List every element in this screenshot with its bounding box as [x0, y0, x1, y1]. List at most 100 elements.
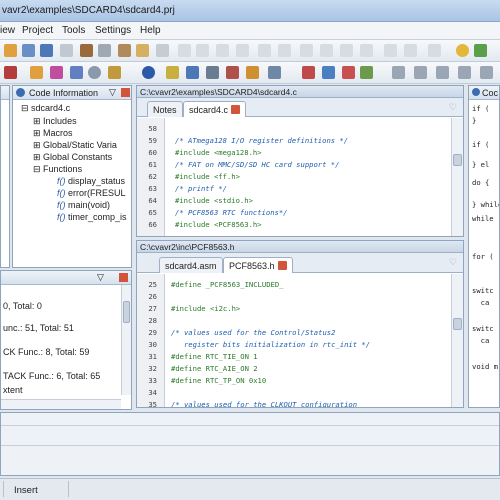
editor-scrollbar[interactable]	[451, 118, 463, 236]
save-icon[interactable]	[22, 44, 35, 57]
editor-scrollbar[interactable]	[451, 274, 463, 407]
menu-tools[interactable]: Tools	[62, 25, 85, 36]
menu-view[interactable]: iew	[0, 25, 15, 36]
template-snippet[interactable]: void m	[472, 362, 498, 371]
layout-icon-5[interactable]	[480, 66, 493, 79]
tree-item-includes[interactable]: ⊞ Includes	[33, 116, 77, 127]
tree-func-error[interactable]: f() error(FRESUL	[57, 188, 126, 198]
cut-icon[interactable]	[98, 44, 111, 57]
layout-icon-4[interactable]	[458, 66, 471, 79]
scroll-thumb[interactable]	[453, 154, 462, 166]
template-snippet[interactable]: switc	[472, 286, 494, 295]
tree-item-macros[interactable]: ⊞ Macros	[33, 128, 73, 139]
tab-menu-icon[interactable]: ♡	[449, 257, 457, 268]
template-snippet[interactable]: } while	[472, 200, 499, 209]
template-snippet[interactable]: } el	[472, 160, 489, 169]
find-icon[interactable]	[156, 44, 169, 57]
undo-icon[interactable]	[178, 44, 191, 57]
tab-menu-icon[interactable]: ♡	[449, 102, 457, 113]
indent-icon[interactable]	[216, 44, 229, 57]
tab-label: Notes	[153, 105, 177, 115]
pin-icon[interactable]: ▽	[109, 87, 116, 98]
run-icon[interactable]	[226, 66, 239, 79]
tree-item-constants[interactable]: ⊞ Global Constants	[33, 152, 112, 163]
paste-icon[interactable]	[136, 44, 149, 57]
save-all-icon[interactable]	[40, 44, 53, 57]
tree-func-main[interactable]: f() main(void)	[57, 200, 110, 210]
template-snippet[interactable]: ca	[472, 336, 490, 345]
navigator-header	[1, 86, 9, 100]
next-bookmark-icon[interactable]	[320, 44, 333, 57]
template-snippet[interactable]: while	[472, 214, 494, 223]
template-snippet[interactable]: for (	[472, 252, 494, 261]
template-snippet[interactable]: }	[472, 116, 481, 125]
goto-line-icon[interactable]	[384, 44, 397, 57]
scroll-thumb[interactable]	[123, 301, 130, 323]
debug-icon[interactable]	[206, 66, 219, 79]
lcd-icon[interactable]	[268, 66, 281, 79]
tree-root[interactable]: ⊟ sdcard4.c	[21, 103, 70, 114]
open-icon[interactable]	[4, 44, 17, 57]
close-icon[interactable]	[119, 273, 128, 282]
menu-help[interactable]: Help	[140, 25, 161, 36]
editor-path: C:\cvavr2\inc\PCF8563.h	[140, 242, 235, 252]
stats-scrollbar[interactable]	[121, 285, 131, 395]
tools-icon[interactable]	[108, 66, 121, 79]
tree-label: Global/Static Varia	[43, 140, 117, 150]
tab-sdcard4-asm[interactable]: sdcard4.asm	[159, 257, 223, 273]
layout-icon-3[interactable]	[436, 66, 449, 79]
pin-icon[interactable]: ▽	[97, 272, 104, 283]
tree-label: Functions	[43, 164, 83, 174]
terminal-icon[interactable]	[246, 66, 259, 79]
clear-bookmarks-icon[interactable]	[360, 44, 373, 57]
scroll-thumb[interactable]	[453, 318, 462, 330]
layout-icon-2[interactable]	[414, 66, 427, 79]
match-brace-icon[interactable]	[404, 44, 417, 57]
close-tab-icon[interactable]	[231, 105, 241, 114]
tab-pcf8563-h[interactable]: PCF8563.h	[223, 257, 293, 273]
breakpoint-icon[interactable]	[342, 66, 355, 79]
stats-hscrollbar[interactable]	[1, 399, 121, 409]
redo-icon[interactable]	[196, 44, 209, 57]
menu-settings[interactable]: Settings	[95, 25, 131, 36]
template-snippet[interactable]: if (	[472, 140, 489, 149]
line-number: 58	[148, 124, 157, 133]
info-icon[interactable]	[142, 66, 155, 79]
tree-item-globals[interactable]: ⊞ Global/Static Varia	[33, 140, 117, 151]
wizard-icon[interactable]	[456, 44, 469, 57]
tree-func-timer[interactable]: f() timer_comp_is	[57, 212, 127, 222]
template-snippet[interactable]: ca	[472, 298, 490, 307]
tree-item-functions[interactable]: ⊟ Functions	[33, 164, 82, 175]
menu-project[interactable]: Project	[22, 25, 53, 36]
bookmark-icon[interactable]	[300, 44, 313, 57]
tree-func-display-status[interactable]: f() display_status	[57, 176, 125, 186]
template-snippet[interactable]: switc	[472, 324, 494, 333]
close-icon[interactable]	[121, 88, 130, 97]
unindent-icon[interactable]	[236, 44, 249, 57]
close-tab-icon[interactable]	[277, 261, 287, 270]
new-file-icon[interactable]	[30, 66, 43, 79]
continue-icon[interactable]	[360, 66, 373, 79]
comment-icon[interactable]	[258, 44, 271, 57]
template-snippet[interactable]: do {	[472, 178, 489, 187]
settings-icon[interactable]	[88, 66, 101, 79]
bug-icon[interactable]	[302, 66, 315, 79]
step-icon[interactable]	[322, 66, 335, 79]
layout-icon-1[interactable]	[392, 66, 405, 79]
copy-icon[interactable]	[118, 44, 131, 57]
tab-notes[interactable]: Notes	[147, 101, 183, 117]
make-icon[interactable]	[70, 66, 83, 79]
prev-bookmark-icon[interactable]	[340, 44, 353, 57]
template-snippet[interactable]: if (	[472, 104, 489, 113]
compile-icon[interactable]	[50, 66, 63, 79]
stop-icon[interactable]	[4, 66, 17, 79]
close-icon[interactable]	[60, 44, 73, 57]
print-icon[interactable]	[80, 44, 93, 57]
uncomment-icon[interactable]	[278, 44, 291, 57]
tab-sdcard4-c[interactable]: sdcard4.c	[183, 101, 247, 117]
chip-icon[interactable]	[166, 66, 179, 79]
program-icon[interactable]	[186, 66, 199, 79]
toggle-fold-icon[interactable]	[428, 44, 441, 57]
status-divider	[68, 481, 69, 497]
arrow-icon[interactable]	[474, 44, 487, 57]
